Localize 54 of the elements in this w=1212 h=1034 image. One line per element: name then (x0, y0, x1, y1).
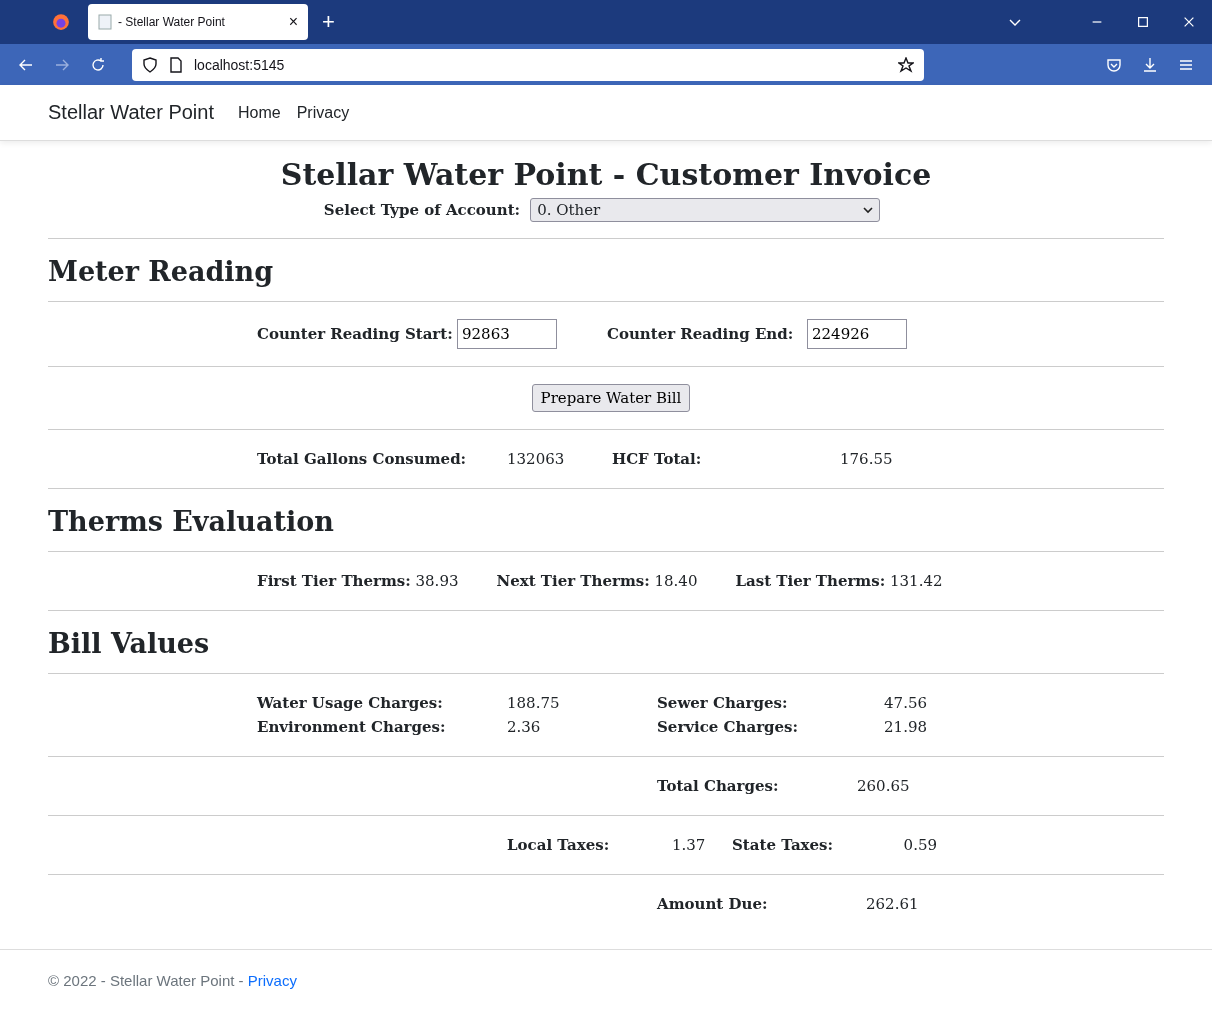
field-label: Environment Charges: (257, 718, 447, 736)
nav-link[interactable]: Home (238, 103, 281, 122)
browser-tab[interactable]: - Stellar Water Point × (88, 4, 308, 40)
therm-tier-text: Next Tier Therms: 18.40 (496, 572, 698, 590)
nav-link[interactable]: Privacy (296, 103, 350, 122)
footer-text: © 2022 - Stellar Water Point - (48, 972, 244, 989)
close-tab-button[interactable]: × (288, 13, 298, 31)
field-value: 21.98 (883, 718, 927, 736)
field-value: 176.55 (840, 450, 894, 468)
field-label: Local Taxes: (507, 836, 611, 854)
reload-icon[interactable] (90, 56, 106, 73)
page-title: Stellar Water Point - Customer Invoice (279, 157, 933, 192)
site-brand[interactable]: Stellar Water Point (48, 101, 214, 124)
close-icon[interactable] (1182, 15, 1196, 29)
address-bar[interactable]: localhost:5145 (132, 48, 924, 81)
page-icon (98, 14, 112, 30)
page-icon[interactable] (168, 56, 184, 73)
chevron-down-icon (863, 206, 874, 214)
therm-tier-text: First Tier Therms: 38.93 (257, 572, 459, 590)
section-heading: Meter Reading (48, 255, 275, 289)
field-label: Amount Due: (657, 895, 769, 913)
field-value: 262.61 (866, 895, 920, 913)
section-heading: Therms Evaluation (48, 505, 335, 539)
input-field[interactable]: 224926 (807, 319, 907, 349)
field-value: 2.36 (507, 718, 542, 736)
field-value: 188.75 (507, 694, 561, 712)
field-label: Total Charges: (657, 777, 780, 795)
account-type-dropdown[interactable]: 0. Other (530, 198, 881, 222)
field-label: Water Usage Charges: (257, 694, 444, 712)
field-value: 1.37 (672, 836, 707, 854)
new-tab-button[interactable]: + (322, 9, 335, 35)
download-icon[interactable] (1142, 56, 1158, 73)
shield-icon[interactable] (142, 56, 158, 73)
browser-logo-icon[interactable] (52, 13, 70, 31)
field-value: 47.56 (883, 694, 927, 712)
field-label: State Taxes: (732, 836, 835, 854)
field-label: HCF Total: (612, 450, 703, 468)
therm-tier-text: Last Tier Therms: 131.42 (735, 572, 943, 590)
maximize-icon[interactable] (1136, 15, 1150, 29)
field-label: Service Charges: (657, 718, 800, 736)
prepare-bill-button[interactable]: Prepare Water Bill (531, 384, 691, 412)
field-value: 260.65 (857, 777, 911, 795)
field-label: Sewer Charges: (657, 694, 789, 712)
field-label: Counter Reading End: (607, 325, 795, 343)
field-label: Total Gallons Consumed: (257, 450, 468, 468)
field-label: Counter Reading Start: (257, 325, 454, 343)
star-icon[interactable] (898, 56, 914, 73)
input-field[interactable]: 92863 (457, 319, 557, 349)
field-value: 132063 (507, 450, 566, 468)
field-value: 0.59 (902, 836, 937, 854)
pocket-icon[interactable] (1106, 56, 1122, 73)
privacy-link[interactable]: Privacy (247, 972, 297, 989)
account-type-label: Select Type of Account: (323, 201, 521, 219)
section-heading: Bill Values (48, 627, 211, 661)
